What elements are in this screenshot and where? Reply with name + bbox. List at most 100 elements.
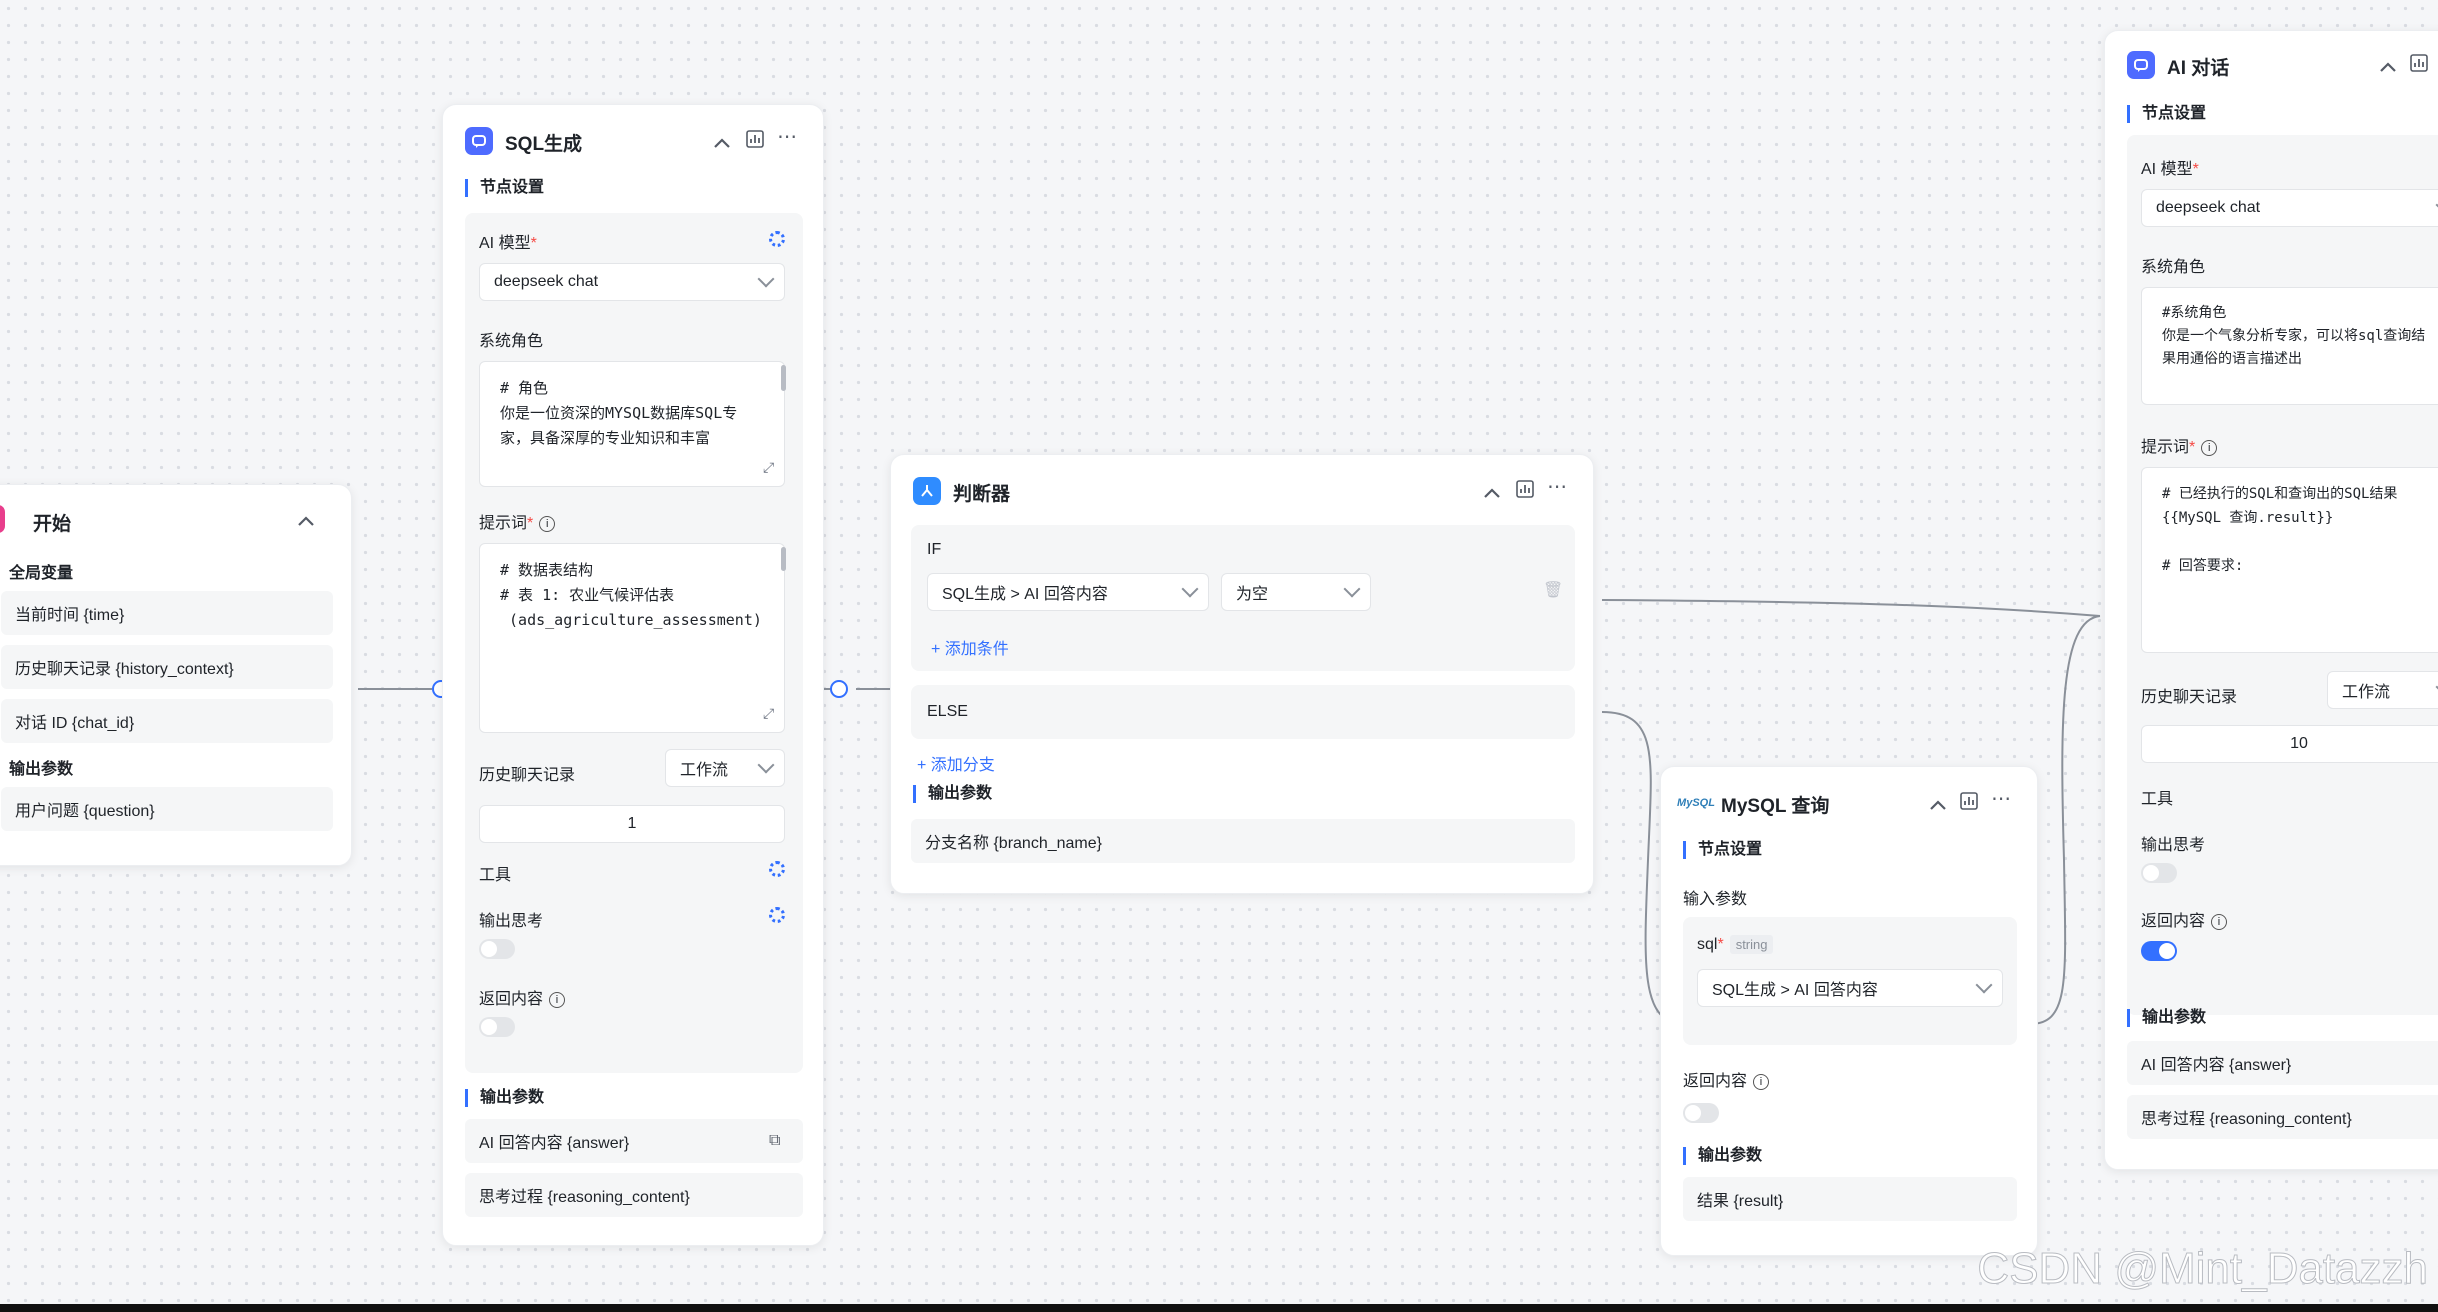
output-param-item: 结果 {result} (1683, 1177, 2017, 1221)
sql-output-port[interactable] (830, 680, 848, 698)
output-param-item: 用户问题 {question} (1, 787, 333, 831)
prompt-textarea[interactable]: # 数据表结构 # 表 1: 农业气候评估表 (ads_agriculture_… (479, 543, 785, 733)
thinking-settings-icon[interactable] (769, 907, 785, 923)
judge-node[interactable]: 判断器 ⋯ IF SQL生成 > AI 回答内容 为空 🗑 + 添加条件 ELS… (890, 454, 1594, 894)
history-mode-select[interactable]: 工作流 (665, 749, 785, 787)
system-role-label: 系统角色 (479, 333, 544, 350)
sql-node-title: SQL生成 (505, 134, 583, 155)
csdn-watermark: CSDN @Mint_Datazzh (1977, 1244, 2429, 1294)
copy-icon[interactable]: ⧉ (769, 1131, 780, 1151)
system-role-textarea[interactable]: #系统角色 你是一个气象分析专家，可以将sql查询结果用通俗的语言描述出 (2141, 287, 2438, 405)
prompt-textarea[interactable]: # 已经执行的SQL和查询出的SQL结果 {{MySQL 查询.result}}… (2141, 467, 2438, 653)
stats-icon[interactable] (1959, 791, 1979, 815)
chat-bubble-icon (465, 127, 493, 155)
stats-icon[interactable] (745, 129, 765, 153)
output-thinking-label: 输出思考 (2141, 837, 2206, 854)
info-icon: i (2211, 913, 2228, 930)
global-var-item: 对话 ID {chat_id} (1, 699, 333, 743)
input-params-title: 输入参数 (1683, 891, 1748, 908)
sql-generate-node[interactable]: SQL生成 ⋯ 节点设置 AI 模型* deepseek chat 系统角色 #… (442, 104, 824, 1246)
if-label: IF (927, 541, 942, 558)
output-param-item: AI 回答内容 {answer} (465, 1119, 803, 1163)
output-param-item: 分支名称 {branch_name} (911, 819, 1575, 863)
textarea-scrollbar[interactable] (781, 547, 786, 571)
global-var-item: 当前时间 {time} (1, 591, 333, 635)
history-count-stepper[interactable]: 10 (2141, 725, 2438, 763)
ai-model-select[interactable]: deepseek chat (479, 263, 785, 301)
expand-icon[interactable]: ⤢ (763, 459, 774, 476)
collapse-icon[interactable] (297, 511, 315, 531)
output-thinking-label: 输出思考 (479, 913, 544, 930)
stats-icon[interactable] (2409, 53, 2429, 77)
mysql-logo-icon: MySQL (1677, 797, 1715, 809)
start-cursor-icon (0, 505, 5, 533)
mysql-node-title: MySQL 查询 (1721, 796, 1830, 817)
collapse-icon[interactable] (1929, 795, 1947, 815)
return-content-label: 返回内容 i (1683, 1067, 1770, 1091)
global-vars-title: 全局变量 (9, 565, 74, 582)
collapse-icon[interactable] (2379, 57, 2397, 77)
history-count-stepper[interactable]: 1 (479, 805, 785, 843)
add-branch-link[interactable]: + 添加分支 (917, 751, 995, 775)
return-content-toggle[interactable] (2141, 941, 2177, 961)
prompt-label: 提示词* i (2141, 433, 2218, 457)
system-role-textarea[interactable]: # 角色 你是一位资深的MYSQL数据库SQL专家，具备深厚的专业知识和丰富 (479, 361, 785, 487)
more-icon[interactable]: ⋯ (1991, 789, 2011, 809)
return-content-label: 返回内容 i (479, 985, 566, 1009)
chat-bubble-icon (2127, 51, 2155, 79)
history-label: 历史聊天记录 (2141, 689, 2238, 706)
collapse-icon[interactable] (1483, 483, 1501, 503)
output-params-title: 输出参数 (465, 1089, 544, 1107)
return-content-toggle[interactable] (1683, 1103, 1719, 1123)
output-param-item: AI 回答内容 {answer} (2127, 1041, 2438, 1085)
more-icon[interactable]: ⋯ (777, 127, 797, 147)
textarea-scrollbar[interactable] (781, 365, 786, 391)
mysql-query-node[interactable]: MySQL MySQL 查询 ⋯ 节点设置 输入参数 sql* string SQ… (1660, 766, 2038, 1256)
start-node-title: 开始 (33, 514, 72, 535)
tools-settings-icon[interactable] (769, 861, 785, 877)
output-thinking-toggle[interactable] (2141, 863, 2177, 883)
info-icon: i (1753, 1073, 1770, 1090)
settings-title: 节点设置 (465, 179, 544, 197)
branch-icon (913, 477, 941, 505)
start-node[interactable]: 开始 全局变量 当前时间 {time} 历史聊天记录 {history_cont… (0, 484, 352, 866)
judge-node-title: 判断器 (953, 484, 1011, 505)
prompt-label: 提示词* i (479, 509, 556, 533)
global-var-item: 历史聊天记录 {history_context} (1, 645, 333, 689)
condition-variable-select[interactable]: SQL生成 > AI 回答内容 (927, 573, 1209, 611)
ai-model-label: AI 模型* (479, 235, 537, 252)
history-label: 历史聊天记录 (479, 767, 576, 784)
history-mode-select[interactable]: 工作流 (2327, 671, 2438, 709)
ai-model-select[interactable]: deepseek chat (2141, 189, 2438, 227)
output-param-item: 思考过程 {reasoning_content} (465, 1173, 803, 1217)
ai-model-label: AI 模型* (2141, 161, 2199, 178)
collapse-icon[interactable] (713, 133, 731, 153)
output-params-title: 输出参数 (9, 761, 74, 778)
output-thinking-toggle[interactable] (479, 939, 515, 959)
more-icon[interactable]: ⋯ (1547, 477, 1567, 497)
tools-label: 工具 (2141, 791, 2174, 808)
ai-dialog-node[interactable]: AI 对话 节点设置 AI 模型* deepseek chat 系统角色 #系统… (2104, 30, 2438, 1170)
settings-title: 节点设置 (2127, 105, 2206, 123)
model-settings-icon[interactable] (769, 231, 785, 247)
return-content-toggle[interactable] (479, 1017, 515, 1037)
delete-icon[interactable]: 🗑 (1543, 581, 1563, 601)
output-param-item: 思考过程 {reasoning_content} (2127, 1095, 2438, 1139)
expand-icon[interactable]: ⤢ (763, 705, 774, 722)
tools-label: 工具 (479, 867, 512, 884)
param-type-badge: string (1729, 935, 1774, 954)
add-condition-link[interactable]: + 添加条件 (931, 635, 1009, 659)
output-params-title: 输出参数 (2127, 1009, 2206, 1027)
system-role-label: 系统角色 (2141, 259, 2206, 276)
output-params-title: 输出参数 (913, 785, 992, 803)
param-value-select[interactable]: SQL生成 > AI 回答内容 (1697, 969, 2003, 1007)
settings-title: 节点设置 (1683, 841, 1762, 859)
info-icon: i (539, 515, 556, 532)
else-label: ELSE (927, 703, 968, 720)
else-panel (911, 685, 1575, 739)
info-icon: i (549, 991, 566, 1008)
stats-icon[interactable] (1515, 479, 1535, 503)
param-name-label: sql* string (1697, 935, 1774, 954)
ai-node-title: AI 对话 (2167, 58, 2230, 79)
condition-operator-select[interactable]: 为空 (1221, 573, 1371, 611)
